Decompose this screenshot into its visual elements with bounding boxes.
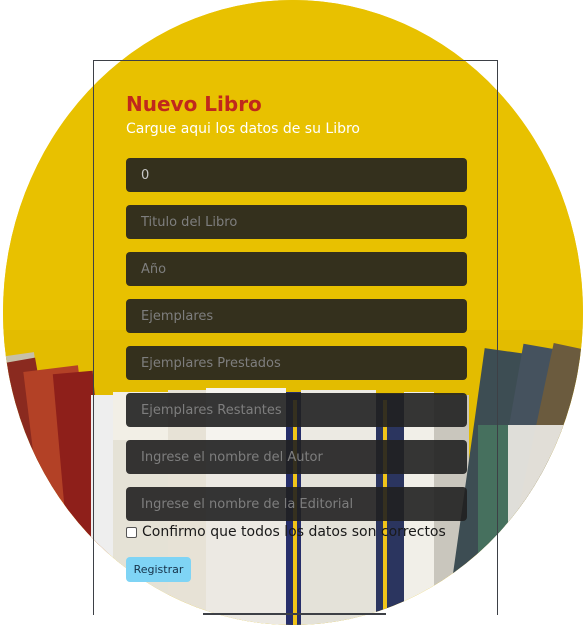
form-subtitle: Cargue aqui los datos de su Libro [126,121,360,137]
confirm-row: Confirmo que todos los datos son correct… [126,522,446,542]
copies-field[interactable] [126,299,467,333]
book-id-field[interactable] [126,158,467,192]
register-button[interactable]: Registrar [126,557,191,582]
author-name-field[interactable] [126,440,467,474]
publisher-name-field[interactable] [126,487,467,521]
copies-remaining-field[interactable] [126,393,467,427]
form-title: Nuevo Libro [126,92,262,116]
confirm-checkbox[interactable] [126,526,137,538]
copies-lent-field[interactable] [126,346,467,380]
book-title-field[interactable] [126,205,467,239]
confirm-label: Confirmo que todos los datos son correct… [142,524,446,540]
year-field[interactable] [126,252,467,286]
form-card-bottom-border [203,613,386,615]
